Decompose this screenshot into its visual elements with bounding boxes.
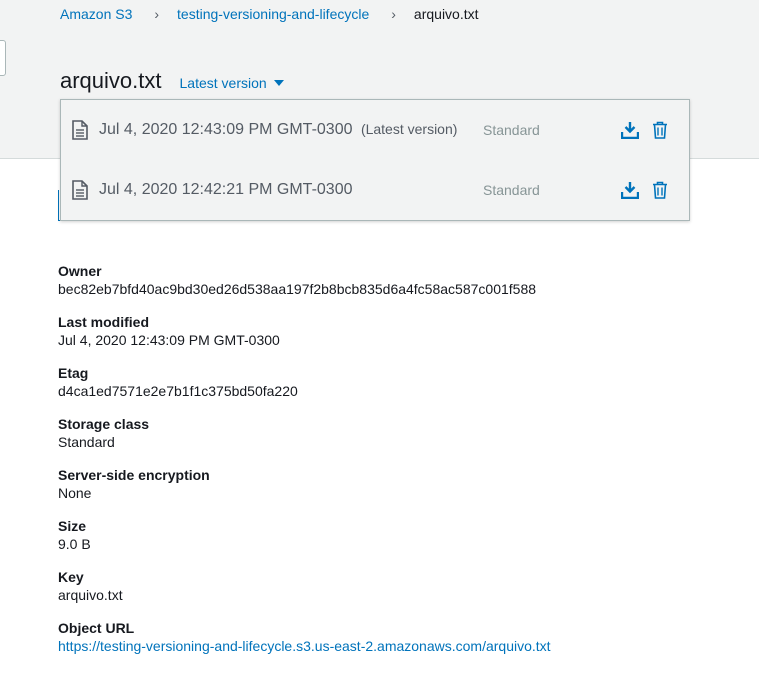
etag-field: Etag d4ca1ed7571e2e7b1f1c375bd50fa220 (58, 364, 551, 415)
field-label: Server-side encryption (58, 467, 210, 483)
last-modified-field: Last modified Jul 4, 2020 12:43:09 PM GM… (58, 313, 551, 364)
version-item[interactable]: Jul 4, 2020 12:42:21 PM GMT-0300 Standar… (61, 160, 689, 220)
file-icon (72, 120, 88, 140)
download-icon[interactable] (621, 121, 639, 139)
field-label: Size (58, 518, 87, 534)
size-field: Size 9.0 B (58, 517, 551, 568)
latest-version-tag: (Latest version) (360, 121, 458, 137)
last-modified-value: Jul 4, 2020 12:43:09 PM GMT-0300 (58, 332, 280, 348)
trash-icon[interactable] (652, 121, 668, 139)
version-date: Jul 4, 2020 12:43:09 PM GMT-0300 (Latest… (99, 121, 457, 139)
etag-value: d4ca1ed7571e2e7b1f1c375bd50fa220 (58, 383, 298, 399)
breadcrumb-amazon-s3[interactable]: Amazon S3 (60, 6, 132, 22)
object-url-field: Object URL https://testing-versioning-an… (58, 619, 551, 670)
field-label: Owner (58, 263, 102, 279)
field-label: Last modified (58, 314, 150, 330)
chevron-right-icon: › (391, 6, 396, 22)
trash-icon[interactable] (652, 181, 668, 199)
field-label: Storage class (58, 416, 150, 432)
version-dropdown-menu: Jul 4, 2020 12:43:09 PM GMT-0300 (Latest… (60, 99, 690, 221)
object-url-link[interactable]: https://testing-versioning-and-lifecycle… (58, 638, 551, 654)
version-date-text: Jul 4, 2020 12:43:09 PM GMT-0300 (99, 121, 353, 138)
file-icon (72, 180, 88, 200)
key-value: arquivo.txt (58, 587, 123, 603)
field-label: Object URL (58, 620, 135, 636)
chevron-right-icon: › (154, 6, 160, 22)
encryption-field: Server-side encryption None (58, 466, 551, 517)
version-storage-class: Standard (483, 182, 540, 198)
object-details: Owner bec82eb7bfd40ac9bd30ed26d538aa197f… (58, 262, 551, 670)
version-toggle-label: Latest version (179, 75, 267, 91)
caret-down-icon (273, 80, 284, 86)
storage-class-value: Standard (58, 434, 115, 450)
sidebar-toggle-stub[interactable] (0, 40, 6, 76)
version-date: Jul 4, 2020 12:42:21 PM GMT-0300 (99, 181, 353, 198)
version-storage-class: Standard (483, 122, 540, 138)
field-label: Key (58, 569, 84, 585)
breadcrumb: Amazon S3 › testing-versioning-and-lifec… (60, 6, 479, 22)
field-label: Etag (58, 365, 89, 381)
storage-class-field: Storage class Standard (58, 415, 551, 466)
version-dropdown-toggle[interactable]: Latest version (180, 75, 284, 91)
version-item[interactable]: Jul 4, 2020 12:43:09 PM GMT-0300 (Latest… (61, 100, 689, 160)
owner-value: bec82eb7bfd40ac9bd30ed26d538aa197f2b8bcb… (58, 281, 537, 297)
key-field: Key arquivo.txt (58, 568, 551, 619)
breadcrumb-bucket[interactable]: testing-versioning-and-lifecycle (177, 6, 369, 22)
encryption-value: None (58, 485, 92, 501)
page-title: arquivo.txt (60, 68, 162, 93)
breadcrumb-current: arquivo.txt (413, 6, 479, 22)
size-value: 9.0 B (58, 536, 91, 552)
owner-field: Owner bec82eb7bfd40ac9bd30ed26d538aa197f… (58, 262, 551, 313)
title-row: arquivo.txt Latest version (60, 68, 284, 94)
download-icon[interactable] (621, 181, 639, 199)
